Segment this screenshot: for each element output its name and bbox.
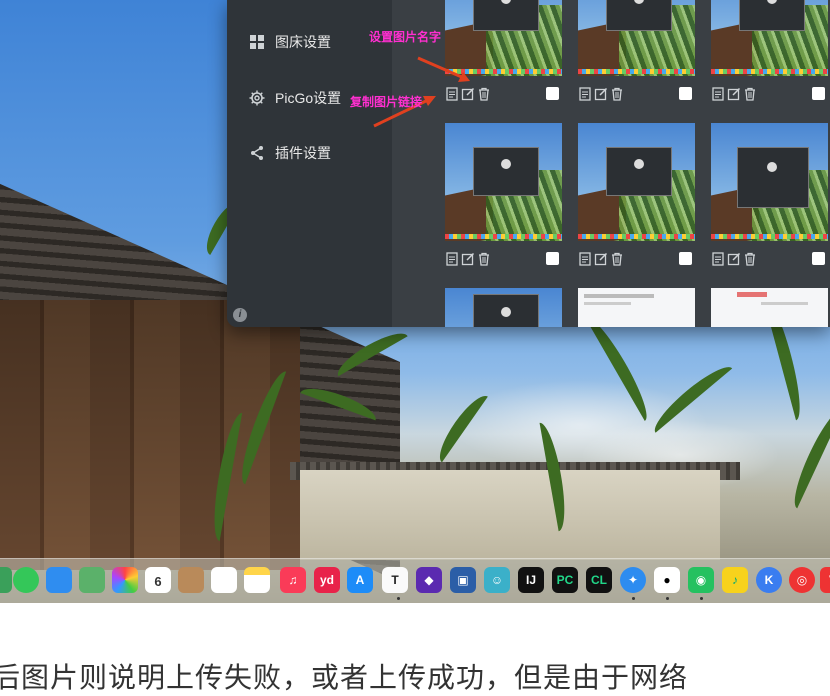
image-thumbnail[interactable] [711, 0, 828, 76]
item-actions [711, 85, 828, 103]
desktop-wallpaper: 图床设置 PicGo设置 插件设置 i 设置图片名字 复制图片链接 6 ♫ yd… [0, 0, 830, 603]
edit-name-icon[interactable] [727, 252, 741, 266]
select-checkbox[interactable] [546, 252, 559, 265]
delete-icon[interactable] [743, 87, 757, 101]
sidebar-item-label: 插件设置 [275, 145, 331, 161]
copy-link-icon[interactable] [445, 252, 459, 266]
facetime-icon[interactable] [0, 567, 12, 593]
calendar-icon[interactable]: 6 [145, 567, 171, 593]
sidebar: 图床设置 PicGo设置 插件设置 i [227, 0, 392, 327]
image-thumbnail[interactable] [578, 0, 695, 76]
vivaldi-icon[interactable]: V [820, 567, 830, 593]
game-app-icon[interactable]: ☺ [484, 567, 510, 593]
notes-icon[interactable] [244, 567, 270, 593]
annotation-copy-link: 复制图片链接 [350, 95, 423, 109]
mail-icon[interactable] [46, 567, 72, 593]
k-app-icon[interactable]: K [756, 567, 782, 593]
select-checkbox[interactable] [546, 87, 559, 100]
sidebar-item-picgo-settings[interactable]: PicGo设置 [249, 86, 341, 110]
annotation-rename: 设置图片名字 [369, 30, 442, 44]
qq-music-icon[interactable]: ♪ [722, 567, 748, 593]
photos-icon[interactable] [112, 567, 138, 593]
contacts-icon[interactable] [178, 567, 204, 593]
delete-icon[interactable] [610, 87, 624, 101]
intellij-icon[interactable]: IJ [518, 567, 544, 593]
pycharm-icon[interactable]: PC [552, 567, 578, 593]
delete-icon[interactable] [477, 252, 491, 266]
maps-icon[interactable] [79, 567, 105, 593]
grid-icon [250, 35, 264, 49]
share-icon [251, 146, 263, 160]
macos-dock: 6 ♫ yd A T ◆ ▣ ☺ IJ PC CL ✦ ● ◉ ♪ K ◎ V [0, 558, 830, 603]
delete-icon[interactable] [743, 252, 757, 266]
copy-link-icon[interactable] [578, 87, 592, 101]
copy-link-icon[interactable] [711, 252, 725, 266]
qq-icon[interactable]: ● [654, 567, 680, 593]
wechat-icon[interactable]: ◉ [688, 567, 714, 593]
item-actions [578, 85, 695, 103]
image-thumbnail[interactable] [578, 123, 695, 241]
sidebar-item-label: 图床设置 [275, 34, 331, 50]
copy-link-icon[interactable] [578, 252, 592, 266]
item-actions [578, 250, 695, 268]
select-checkbox[interactable] [679, 87, 692, 100]
youdao-dict-icon[interactable]: yd [314, 567, 340, 593]
sidebar-item-label: PicGo设置 [275, 90, 342, 106]
select-checkbox[interactable] [679, 252, 692, 265]
typora-icon[interactable]: T [382, 567, 408, 593]
image-thumbnail[interactable] [578, 288, 695, 327]
safari-icon[interactable]: ✦ [620, 567, 646, 593]
image-thumbnail[interactable] [711, 288, 828, 327]
select-checkbox[interactable] [812, 87, 825, 100]
item-actions [445, 250, 562, 268]
edit-name-icon[interactable] [727, 87, 741, 101]
sidebar-item-image-host-settings[interactable]: 图床设置 [249, 30, 331, 54]
item-actions [711, 250, 828, 268]
white-wall [300, 470, 720, 560]
netease-music-icon[interactable]: ◎ [789, 567, 815, 593]
messages-icon[interactable] [13, 567, 39, 593]
sidebar-item-plugin-settings[interactable]: 插件设置 [249, 141, 331, 165]
picgo-window: 图床设置 PicGo设置 插件设置 i [227, 0, 830, 327]
image-thumbnail[interactable] [445, 288, 562, 327]
clion-icon[interactable]: CL [586, 567, 612, 593]
calendar-day: 6 [154, 574, 162, 589]
image-thumbnail[interactable] [711, 123, 828, 241]
image-thumbnail[interactable] [445, 123, 562, 241]
reminders-icon[interactable] [211, 567, 237, 593]
delete-icon[interactable] [610, 252, 624, 266]
info-icon[interactable]: i [233, 308, 247, 322]
music-icon[interactable]: ♫ [280, 567, 306, 593]
obsidian-icon[interactable]: ◆ [416, 567, 442, 593]
edit-name-icon[interactable] [594, 252, 608, 266]
copy-link-icon[interactable] [711, 87, 725, 101]
select-checkbox[interactable] [812, 252, 825, 265]
gear-icon [249, 90, 265, 106]
article-paragraph: 后图片则说明上传失败，或者上传成功，但是由于网络 [0, 662, 689, 693]
edit-name-icon[interactable] [594, 87, 608, 101]
app-store-icon[interactable]: A [347, 567, 373, 593]
screen-app-icon[interactable]: ▣ [450, 567, 476, 593]
annotation-arrows [373, 56, 470, 128]
edit-name-icon[interactable] [461, 252, 475, 266]
